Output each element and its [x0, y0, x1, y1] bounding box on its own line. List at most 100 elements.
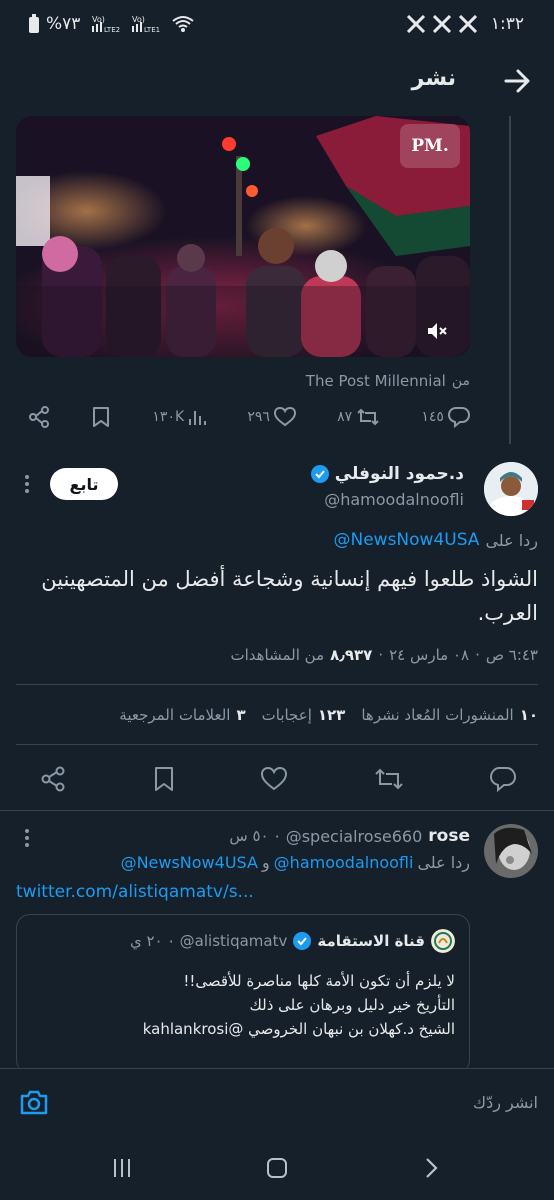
tweet-stats: ١٠ المنشورات المُعاد نشرها ١٢٣ إعجابات ٣…: [119, 706, 538, 724]
quote-line: الشيخ د.كهلان بن نبهان الخروصي @kahlankr…: [142, 1020, 455, 1038]
retweet-icon[interactable]: [374, 767, 404, 791]
reply-author-row: rose @specialrose660 · ٥٠ س: [229, 826, 470, 846]
battery-percent: %٧٣: [46, 14, 81, 34]
watermark-logo: PM.: [400, 124, 460, 168]
retweet-button[interactable]: ٨٧: [337, 407, 380, 427]
reply-to-line: ردا على @hamoodalnoofli و @NewsNow4USA: [121, 853, 470, 872]
wifi-icon: [172, 14, 195, 34]
verified-badge-icon: [293, 932, 312, 950]
more-options-icon[interactable]: [24, 474, 30, 494]
reply-to-mention[interactable]: @NewsNow4USA: [333, 530, 479, 550]
reply-input[interactable]: انشر ردّك: [473, 1093, 538, 1112]
video-player[interactable]: PM.: [16, 116, 470, 357]
channel-logo-icon: [431, 929, 455, 953]
quote-author-row: قناة الاستقامة @alistiqamatv · ٢٠ ي: [130, 929, 455, 953]
author-name[interactable]: rose: [428, 826, 470, 846]
more-options-icon[interactable]: [24, 828, 30, 848]
svg-text:LTE2: LTE2: [104, 26, 120, 34]
heart-icon[interactable]: [261, 767, 287, 791]
reply-count: ١٤٥: [421, 409, 444, 425]
views-label: من المشاهدات: [230, 646, 325, 664]
recents-icon[interactable]: [112, 1157, 132, 1179]
avatar[interactable]: [484, 462, 538, 516]
reply-icon: [447, 406, 470, 428]
x-icon: [432, 15, 451, 33]
share-icon[interactable]: [40, 766, 66, 792]
media-source: من The Post Millennial: [306, 372, 470, 390]
quote-line: لا يلزم أن تكون الأمة كلها مناصرة للأقصى…: [183, 972, 455, 990]
like-button[interactable]: ٢٩٦: [247, 407, 296, 427]
reply-to-line: ردا على @NewsNow4USA: [333, 530, 538, 550]
tweet-text: الشواذ طلعوا فيهم إنسانية وشجاعة أفضل من…: [41, 567, 538, 625]
heart-icon: [273, 407, 296, 427]
x-icon: [406, 15, 425, 33]
retweets-stat[interactable]: ١٠ المنشورات المُعاد نشرها: [361, 706, 538, 724]
quote-line: التأريخ خير دليل وبرهان على ذلك: [249, 996, 456, 1014]
page-title: نشر: [411, 66, 456, 91]
follow-button[interactable]: تابع: [50, 468, 118, 500]
quoted-tweet-card[interactable]: قناة الاستقامة @alistiqamatv · ٢٠ ي لا ي…: [16, 914, 470, 1074]
svg-text:Vo): Vo): [92, 15, 105, 24]
meta-separator: ·: [168, 931, 174, 951]
quote-time: ٢٠ ي: [129, 932, 163, 950]
parent-actions: ١٣٠K ٢٩٦ ٨٧ ١٤٥: [28, 406, 470, 428]
status-bar: %٧٣ Vo) LTE2 Vo) LTE1 ١:٣٢: [0, 0, 554, 52]
quote-handle: @alistiqamatv: [179, 932, 288, 950]
signal-icon: Vo) LTE1: [132, 14, 162, 34]
share-icon[interactable]: [28, 406, 50, 428]
quote-text: لا يلزم أن تكون الأمة كلها مناصرة للأقصى…: [25, 969, 455, 1041]
retweet-icon: [356, 407, 380, 427]
retweet-count: ٨٧: [337, 409, 353, 425]
clock-time: ١:٣٢: [490, 14, 524, 34]
reply-to-mention[interactable]: @hamoodalnoofli: [274, 853, 414, 872]
avatar[interactable]: [484, 824, 538, 878]
divider: [0, 810, 554, 811]
tweet-time: ٦:٤٣ ص: [485, 646, 538, 664]
tweet-link[interactable]: twitter.com/alistiqamatv/s...: [16, 882, 254, 902]
home-icon[interactable]: [266, 1157, 288, 1179]
views-icon: [188, 407, 207, 427]
divider: [16, 684, 538, 685]
author-handle[interactable]: @specialrose660: [286, 827, 423, 846]
battery-icon: [28, 14, 40, 34]
views-count: ١٣٠K: [152, 409, 185, 425]
signal-icon: Vo) LTE2: [92, 14, 122, 34]
system-nav-bar: [0, 1133, 554, 1200]
reply-to-and: و: [261, 853, 270, 872]
author-handle[interactable]: @hamoodalnoofli: [324, 490, 464, 509]
views-count: ٨٫٩٣٧: [330, 646, 373, 664]
meta-separator: ·: [378, 646, 384, 664]
views-button[interactable]: ١٣٠K: [152, 407, 207, 427]
reply-composer[interactable]: انشر ردّك: [0, 1069, 554, 1133]
thread-line: [509, 116, 511, 444]
reply-icon[interactable]: [490, 766, 516, 792]
source-prefix: من: [451, 373, 470, 389]
verified-badge-icon: [310, 465, 329, 483]
svg-text:Vo): Vo): [132, 15, 145, 24]
reply-to-prefix: ردا على: [485, 530, 538, 550]
likes-stat[interactable]: ١٢٣ إعجابات: [262, 706, 346, 724]
like-count: ٢٩٦: [247, 409, 270, 425]
author-name[interactable]: د.حمود النوفلي: [335, 464, 464, 484]
reply-button[interactable]: ١٤٥: [421, 406, 470, 428]
main-author-row: د.حمود النوفلي: [310, 464, 464, 484]
meta-separator: ·: [274, 826, 280, 846]
meta-separator: ·: [475, 646, 480, 664]
back-arrow-icon[interactable]: [504, 68, 530, 94]
source-name[interactable]: The Post Millennial: [306, 372, 446, 390]
bookmarks-stat[interactable]: ٣ العلامات المرجعية: [119, 706, 245, 724]
top-bar: نشر: [0, 52, 554, 112]
bookmark-icon[interactable]: [153, 766, 175, 792]
tweet-time: ٥٠ س: [229, 827, 269, 845]
x-icon: [458, 15, 477, 33]
mute-icon[interactable]: [426, 320, 448, 342]
bookmark-icon[interactable]: [91, 406, 111, 428]
quote-author-name: قناة الاستقامة: [317, 932, 425, 950]
camera-icon[interactable]: [20, 1089, 48, 1115]
reply-to-mention[interactable]: @NewsNow4USA: [121, 853, 258, 872]
main-actions: [40, 766, 516, 792]
tweet-date: ٠٨ مارس ٢٤: [389, 646, 470, 664]
svg-text:LTE1: LTE1: [144, 26, 160, 34]
back-icon[interactable]: [424, 1157, 438, 1179]
divider: [16, 744, 538, 745]
